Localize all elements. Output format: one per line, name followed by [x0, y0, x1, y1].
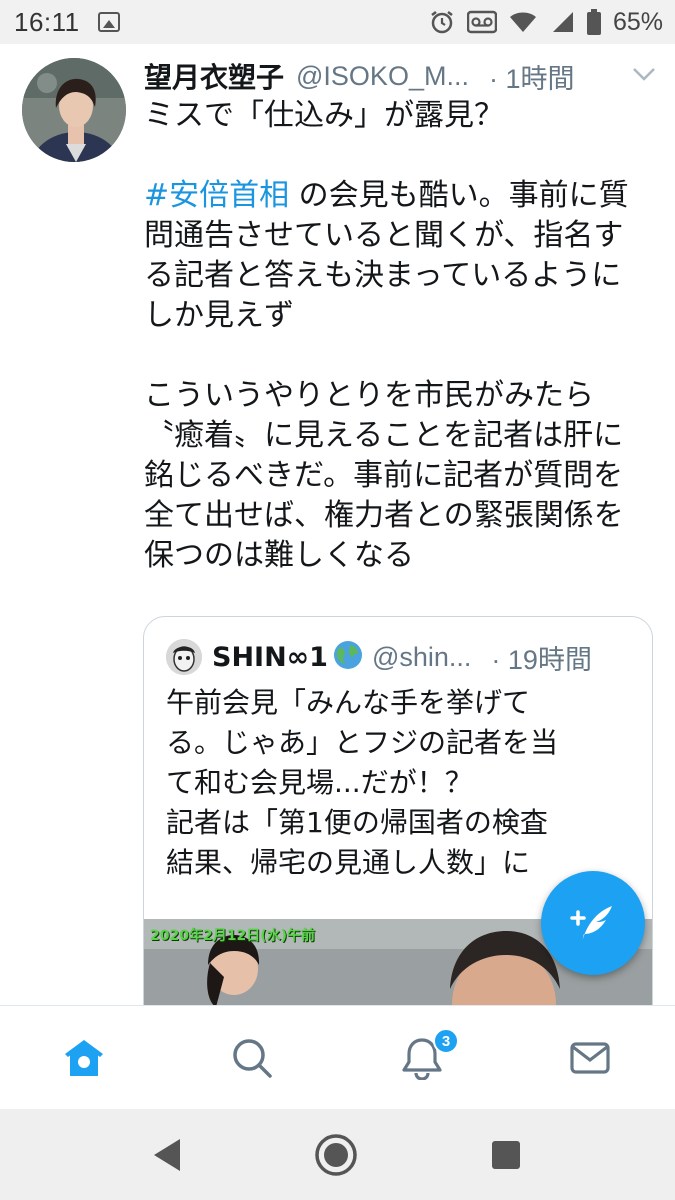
- search-icon: [233, 1039, 272, 1078]
- tab-messages[interactable]: [506, 1006, 674, 1110]
- tweet-line: 銘じるべきだ。事前に記者が質問を: [144, 458, 624, 493]
- home-icon: [65, 1040, 103, 1076]
- battery-percent: 65%: [612, 7, 663, 36]
- tweet-line: る記者と答えも決まっているように: [144, 258, 622, 293]
- quoted-tweet-time: · 19時間: [491, 644, 592, 675]
- globe-icon: [332, 639, 364, 675]
- image-icon: [97, 12, 120, 32]
- status-icons: 65%: [429, 8, 663, 37]
- tweet-text: ミスで「仕込み」が露見？ #安倍首相 の会見も酷い。事前に質 問通告させていると…: [144, 96, 664, 576]
- wifi-icon: [509, 12, 536, 32]
- quoted-author-name: SHIN∞1: [212, 641, 328, 673]
- author-handle[interactable]: @ISOKO_M...: [296, 61, 469, 92]
- bottom-tab-bar: 3: [0, 1005, 675, 1109]
- tab-notifications[interactable]: 3: [338, 1006, 506, 1110]
- compose-tweet-button[interactable]: [541, 871, 645, 975]
- quoted-line: る。じゃあ」とフジの記者を当: [166, 726, 559, 759]
- notification-count-badge: 3: [433, 1028, 459, 1054]
- media-date-caption: 2020年2月12日(水)午前: [150, 928, 315, 944]
- recents-square-icon: [492, 1141, 520, 1169]
- android-navigation-bar: [0, 1109, 675, 1200]
- quoted-tweet-text: 午前会見「みんな手を挙げて る。じゃあ」とフジの記者を当 て和む会見場...だが…: [166, 683, 636, 883]
- compose-feather-icon: [570, 906, 612, 942]
- avatar-image: [22, 58, 126, 162]
- quoted-avatar: [166, 639, 202, 675]
- voicemail-icon: [466, 10, 497, 34]
- quoted-line: 結果、帰宅の見通し人数」に: [166, 846, 531, 879]
- home-nav-button[interactable]: [314, 1133, 358, 1177]
- tweet-line: ミスで「仕込み」が露見？: [144, 98, 504, 133]
- tweet-header: 望月衣塑子 @ISOKO_M... · 1時間: [144, 58, 657, 94]
- chevron-down-icon[interactable]: [631, 65, 657, 87]
- quoted-line: 記者は「第1便の帰国者の検査: [166, 806, 548, 839]
- tweet-line: #安倍首相 の会見も酷い。事前に質: [144, 176, 664, 216]
- avatar[interactable]: [22, 58, 126, 162]
- back-triangle-icon: [154, 1139, 180, 1171]
- tweet-line: 保つのは難しくなる: [144, 538, 414, 573]
- alarm-icon: [431, 11, 453, 34]
- tweet-line-text: の会見も酷い。事前に質: [289, 178, 629, 213]
- tweet-line: しか見えず: [144, 298, 294, 333]
- recents-button[interactable]: [484, 1133, 528, 1177]
- battery-icon: [586, 9, 601, 35]
- tweet-line: 問通告させていると聞くが、指名す: [144, 218, 624, 253]
- home-circle-icon: [315, 1134, 357, 1176]
- status-bar: 16:11 65%: [0, 0, 675, 44]
- messages-icon: [570, 1042, 610, 1074]
- quoted-author-handle: @shin...: [371, 641, 472, 672]
- back-button[interactable]: [146, 1133, 190, 1177]
- author-name[interactable]: 望月衣塑子: [144, 56, 284, 96]
- tweet-line: 〝癒着〟に見えることを記者は肝に: [144, 418, 624, 453]
- tab-search[interactable]: [168, 1006, 336, 1110]
- tab-home[interactable]: [0, 1006, 168, 1110]
- signal-icon: [552, 12, 573, 32]
- tweet-time[interactable]: · 1時間: [489, 57, 575, 96]
- status-time: 16:11: [14, 6, 80, 37]
- quoted-line: 午前会見「みんな手を挙げて: [166, 686, 531, 719]
- tweet[interactable]: 望月衣塑子 @ISOKO_M... · 1時間 ミスで「仕込み」が露見？ #安倍…: [0, 44, 675, 1006]
- quoted-line: て和む会見場...だが！？: [166, 766, 473, 799]
- quoted-tweet-header: SHIN∞1 @shin... · 19時間: [166, 637, 632, 677]
- hashtag-link[interactable]: #安倍首相: [144, 178, 289, 213]
- tweet-line: こういうやりとりを市民がみたら: [144, 378, 594, 413]
- tweet-line: 全て出せば、権力者との緊張関係を: [144, 498, 624, 533]
